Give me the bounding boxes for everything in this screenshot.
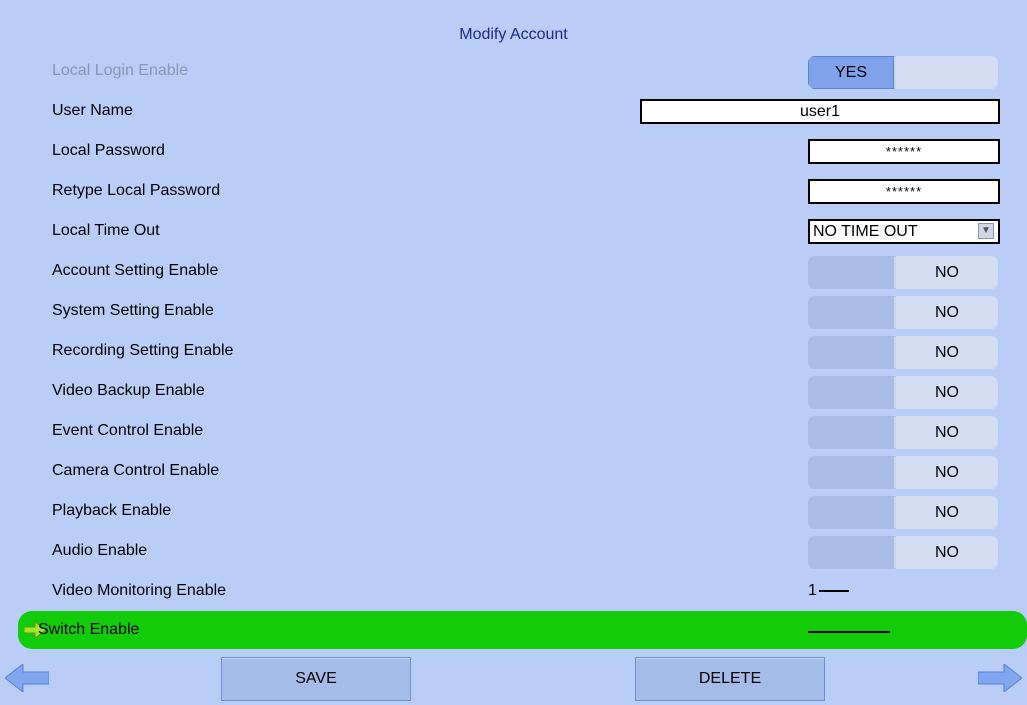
local-time-out-select[interactable]: NO TIME OUT ▼ — [808, 219, 1000, 244]
row-label: Retype Local Password — [52, 182, 221, 199]
row-label: Local Password — [52, 142, 165, 159]
toggle-yes-option[interactable] — [808, 456, 894, 489]
row-user-name: User Name user1 — [0, 91, 1027, 131]
select-value: NO TIME OUT — [813, 223, 918, 240]
row-label: System Setting Enable — [52, 302, 214, 319]
chevron-down-icon[interactable]: ▼ — [978, 223, 994, 239]
system-setting-toggle[interactable]: NO — [808, 296, 998, 329]
row-playback-enable: Playback Enable NO — [0, 491, 1027, 531]
channel-number: 1 — [808, 582, 817, 599]
save-button[interactable]: SAVE — [221, 657, 411, 701]
row-local-login-enable: Local Login Enable YES — [0, 51, 1027, 91]
video-backup-toggle[interactable]: NO — [808, 376, 998, 409]
switch-enable-value[interactable] — [808, 631, 890, 633]
recording-setting-toggle[interactable]: NO — [808, 336, 998, 369]
row-label: Recording Setting Enable — [52, 342, 234, 359]
local-login-toggle[interactable]: YES — [808, 56, 998, 89]
row-audio-enable: Audio Enable NO — [0, 531, 1027, 571]
toggle-yes-option[interactable] — [808, 416, 894, 449]
row-label: Video Backup Enable — [52, 382, 205, 399]
user-name-input[interactable]: user1 — [640, 99, 1000, 124]
selected-row-highlight[interactable] — [18, 611, 1027, 649]
toggle-yes-option[interactable] — [808, 536, 894, 569]
row-label: Account Setting Enable — [52, 262, 219, 279]
toggle-yes-option[interactable] — [808, 336, 894, 369]
row-video-backup-enable: Video Backup Enable NO — [0, 371, 1027, 411]
row-label: Switch Enable — [38, 621, 140, 638]
toggle-yes-option[interactable] — [808, 496, 894, 529]
row-video-monitoring-enable: Video Monitoring Enable 1 — [0, 571, 1027, 611]
delete-button[interactable]: DELETE — [635, 657, 825, 701]
row-label: Camera Control Enable — [52, 462, 220, 479]
row-local-password: Local Password ****** — [0, 131, 1027, 171]
toggle-no-option[interactable]: NO — [896, 376, 998, 409]
toggle-no-option[interactable] — [896, 56, 998, 89]
video-monitoring-value[interactable]: 1 — [808, 581, 849, 601]
account-setting-toggle[interactable]: NO — [808, 256, 998, 289]
toggle-no-option[interactable]: NO — [896, 536, 998, 569]
channel-dash — [818, 589, 849, 592]
row-camera-control-enable: Camera Control Enable NO — [0, 451, 1027, 491]
row-retype-password: Retype Local Password ****** — [0, 171, 1027, 211]
camera-control-toggle[interactable]: NO — [808, 456, 998, 489]
audio-toggle[interactable]: NO — [808, 536, 998, 569]
playback-toggle[interactable]: NO — [808, 496, 998, 529]
row-label: Local Time Out — [52, 222, 160, 239]
toggle-yes-option[interactable] — [808, 296, 894, 329]
toggle-yes-option[interactable] — [808, 256, 894, 289]
row-label: Playback Enable — [52, 502, 172, 519]
page-title: Modify Account — [459, 26, 568, 43]
row-label: Video Monitoring Enable — [52, 582, 227, 599]
row-system-setting-enable: System Setting Enable NO — [0, 291, 1027, 331]
row-recording-setting-enable: Recording Setting Enable NO — [0, 331, 1027, 371]
toggle-no-option[interactable]: NO — [896, 256, 998, 289]
row-label: Event Control Enable — [52, 422, 204, 439]
row-label: User Name — [52, 102, 133, 119]
toggle-yes-option[interactable] — [808, 376, 894, 409]
row-local-time-out: Local Time Out NO TIME OUT ▼ — [0, 211, 1027, 251]
left-arrow-icon[interactable] — [5, 664, 49, 692]
toggle-no-option[interactable]: NO — [896, 416, 998, 449]
event-control-toggle[interactable]: NO — [808, 416, 998, 449]
toggle-no-option[interactable]: NO — [896, 336, 998, 369]
row-label: Audio Enable — [52, 542, 148, 559]
row-account-setting-enable: Account Setting Enable NO — [0, 251, 1027, 291]
row-event-control-enable: Event Control Enable NO — [0, 411, 1027, 451]
row-label: Local Login Enable — [52, 62, 189, 79]
right-arrow-icon[interactable] — [978, 664, 1022, 692]
local-password-input[interactable]: ****** — [808, 139, 1000, 164]
retype-password-input[interactable]: ****** — [808, 179, 1000, 204]
toggle-yes-option[interactable]: YES — [808, 56, 894, 89]
toggle-no-option[interactable]: NO — [896, 496, 998, 529]
toggle-no-option[interactable]: NO — [896, 456, 998, 489]
toggle-no-option[interactable]: NO — [896, 296, 998, 329]
